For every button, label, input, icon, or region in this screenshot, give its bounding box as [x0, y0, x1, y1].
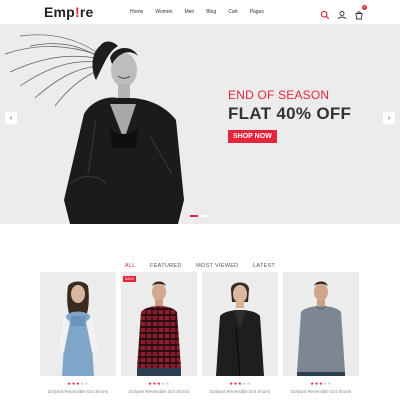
product-image[interactable]: SALE: [121, 272, 197, 376]
nav-pages[interactable]: Pages: [250, 9, 264, 15]
rating-stars: ★★★★★: [67, 381, 89, 386]
nav-men[interactable]: Men: [184, 9, 194, 15]
hero-slider: END OF SEASON FLAT 40% OFF SHOP NOW ‹ ›: [0, 24, 400, 224]
sale-badge: SALE: [123, 276, 136, 282]
tab-most-viewed[interactable]: MOST VIEWED: [196, 263, 238, 269]
site-header: Emp!re Home Women Men Blog Cart Pages 0: [0, 0, 400, 24]
nav-women[interactable]: Women: [155, 9, 172, 15]
product-tabs: ALL FEATURED MOST VIEWED LATEST: [0, 254, 400, 272]
search-icon[interactable]: [320, 7, 330, 20]
slider-prev-button[interactable]: ‹: [5, 112, 17, 124]
product-image[interactable]: [283, 272, 359, 376]
logo-prefix: Emp: [44, 4, 75, 20]
header-icons: 0: [320, 5, 367, 20]
user-icon[interactable]: [337, 7, 347, 20]
product-card[interactable]: SALE ★★★★★ Dofyant Reversible Dot Shorts: [121, 272, 197, 394]
product-card[interactable]: ★★★★★ Dofyant Reversible Dot Shorts: [283, 272, 359, 394]
chevron-right-icon: ›: [387, 114, 391, 122]
tab-latest[interactable]: LATEST: [253, 263, 275, 269]
product-image[interactable]: [202, 272, 278, 376]
cart-count-badge: 0: [362, 5, 367, 10]
tab-featured[interactable]: FEATURED: [150, 263, 182, 269]
tab-all[interactable]: ALL: [125, 263, 136, 269]
product-name[interactable]: Dofyant Reversible Dot Shorts: [121, 389, 197, 394]
logo-suffix: re: [79, 4, 94, 20]
product-name[interactable]: Dofyant Reversible Dot Shorts: [40, 389, 116, 394]
shop-now-button[interactable]: SHOP NOW: [228, 130, 277, 143]
chevron-left-icon: ‹: [9, 114, 13, 122]
hero-subtitle: END OF SEASON: [228, 88, 330, 102]
nav-home[interactable]: Home: [130, 9, 143, 15]
rating-stars: ★★★★★: [310, 381, 332, 386]
nav-blog[interactable]: Blog: [206, 9, 216, 15]
product-grid: ★★★★★ Dofyant Reversible Dot Shorts SALE…: [40, 272, 360, 400]
product-image[interactable]: [40, 272, 116, 376]
slider-dot[interactable]: [200, 215, 208, 217]
slider-dot[interactable]: [190, 215, 198, 217]
product-card[interactable]: ★★★★★ Dofyant Reversible Dot Shorts: [202, 272, 278, 394]
main-nav: Home Women Men Blog Cart Pages: [130, 9, 276, 15]
product-name[interactable]: Dofyant Reversible Dot Shorts: [202, 389, 278, 394]
nav-cart[interactable]: Cart: [228, 9, 237, 15]
product-name[interactable]: Dofyant Reversible Dot Shorts: [283, 389, 359, 394]
cart-icon[interactable]: 0: [354, 5, 367, 20]
hero-model-image: [0, 24, 230, 224]
product-card[interactable]: ★★★★★ Dofyant Reversible Dot Shorts: [40, 272, 116, 394]
slider-dots: [190, 215, 208, 217]
rating-stars: ★★★★★: [148, 381, 170, 386]
rating-stars: ★★★★★: [229, 381, 251, 386]
hero-title: FLAT 40% OFF: [228, 104, 352, 123]
hero-caption: END OF SEASON FLAT 40% OFF SHOP NOW: [228, 88, 351, 143]
slider-next-button[interactable]: ›: [383, 112, 395, 124]
brand-logo[interactable]: Emp!re: [44, 4, 93, 20]
